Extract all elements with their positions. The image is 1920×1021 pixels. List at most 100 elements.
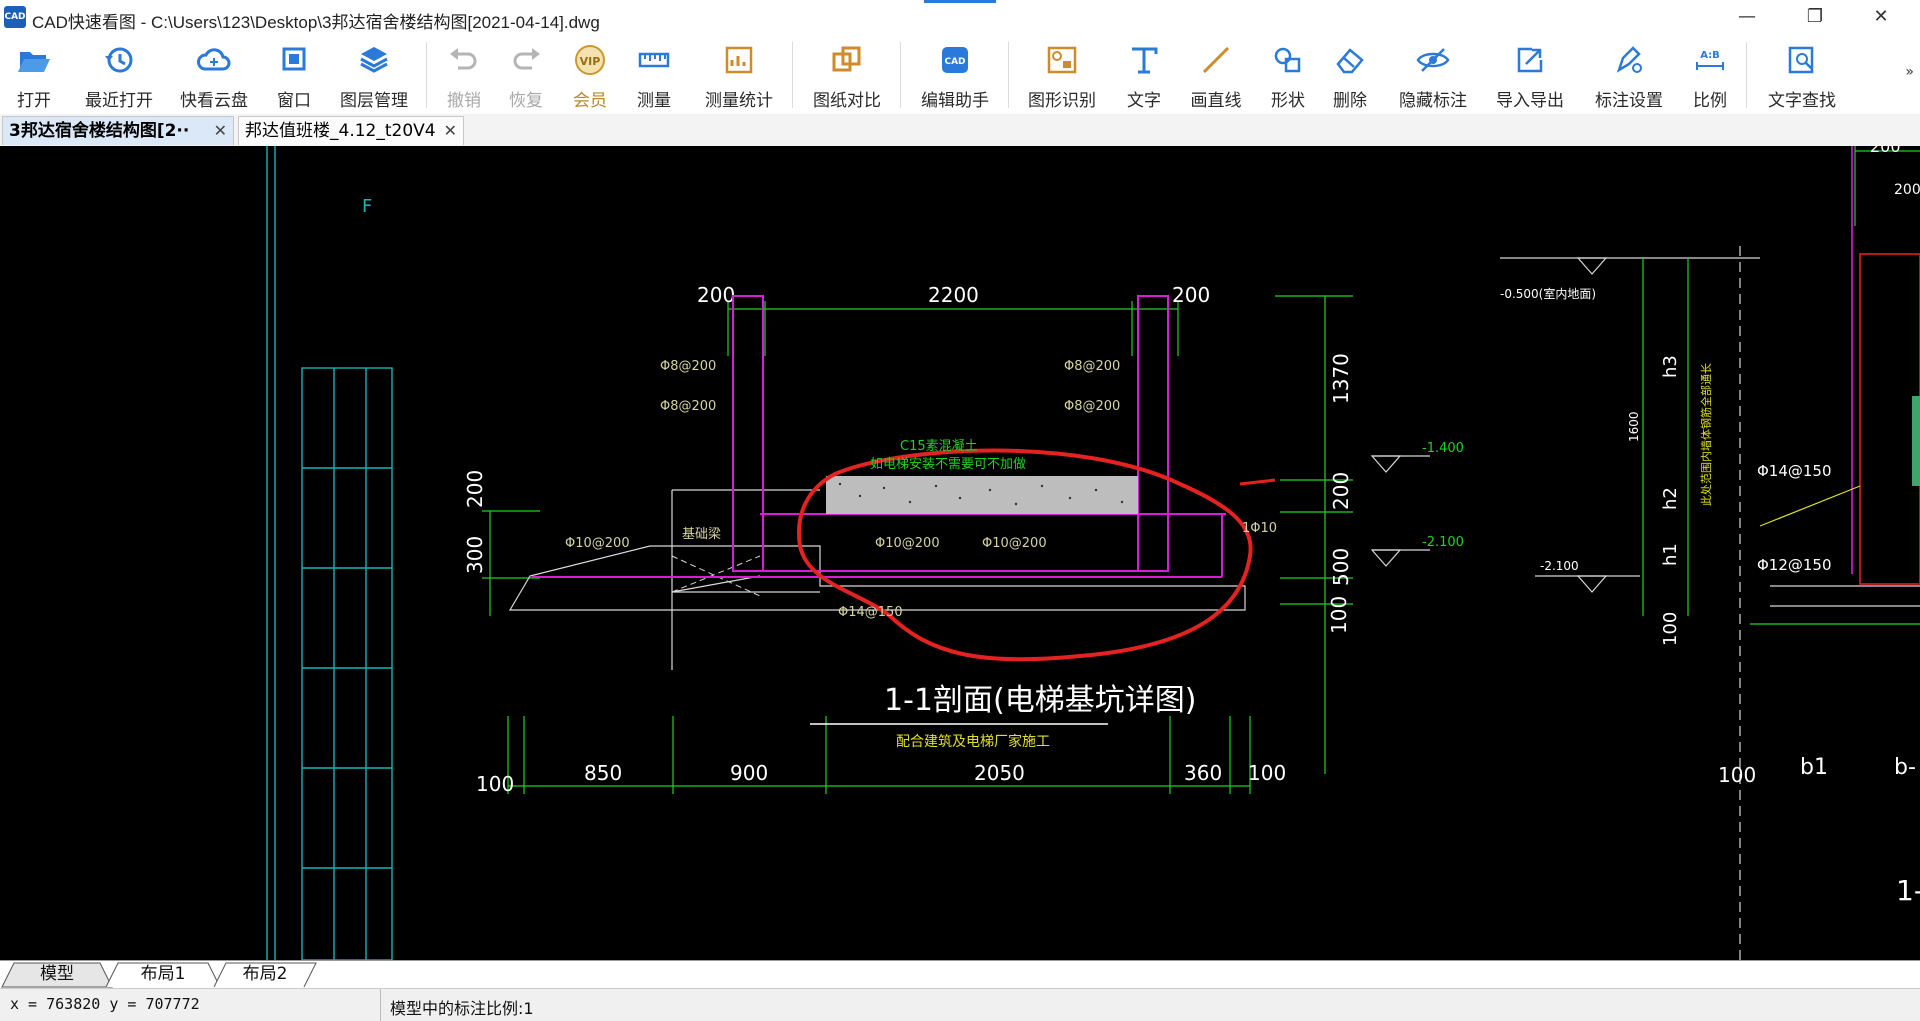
scale-button[interactable]: A:B 比例 <box>1682 40 1738 111</box>
cursor-coordinates: x = 763820 y = 707772 <box>10 995 200 1013</box>
gravel-band <box>826 476 1138 514</box>
edit-assistant-button[interactable]: CAD 编辑助手 <box>908 40 1002 111</box>
open-button[interactable]: 打开 <box>6 40 62 111</box>
text-search-button[interactable]: 文字查找 <box>1756 40 1848 111</box>
close-button[interactable]: ✕ <box>1852 0 1910 34</box>
right-rebar: Φ12@150 <box>1757 556 1832 574</box>
text-button[interactable]: 文字 <box>1116 40 1172 111</box>
dim-top: 200 <box>697 283 735 307</box>
vip-icon: VIP <box>575 45 605 75</box>
section-title: 1-1剖面(电梯基坑详图) <box>884 683 1196 718</box>
rebar-label: Φ8@200 <box>1064 399 1120 414</box>
dim-bottom: 360 <box>1184 761 1222 785</box>
rebar-label: Φ10@200 <box>565 536 630 551</box>
svg-text:A:B: A:B <box>1700 50 1720 61</box>
window-button[interactable]: 窗口 <box>266 40 322 111</box>
dim-left: 200 <box>463 470 487 508</box>
toolbar-separator <box>792 42 793 108</box>
undo-button[interactable]: 撤销 <box>436 40 492 111</box>
level-label: -2.100 <box>1422 535 1464 550</box>
dim-bottom: 100 <box>1248 761 1286 785</box>
dim-left: 300 <box>463 536 487 574</box>
dim-bottom: 900 <box>730 761 768 785</box>
dim-right: 100 <box>1327 596 1351 634</box>
rebar-label: Φ8@200 <box>660 359 716 374</box>
dim-left-texts: 200 300 <box>463 470 487 574</box>
right-h-label: h1 <box>1660 543 1681 566</box>
status-divider <box>380 989 381 1021</box>
close-tab-icon[interactable]: ✕ <box>444 117 457 145</box>
right-h-label: h3 <box>1660 355 1681 378</box>
layout-tab-1[interactable]: 布局1 <box>118 961 208 987</box>
side-scroll-indicator <box>1912 396 1920 486</box>
drawing-compare-button[interactable]: 图纸对比 <box>802 40 892 111</box>
right-dim-bottom: 100 <box>1718 763 1756 787</box>
layer-manager-button[interactable]: 图层管理 <box>330 40 418 111</box>
hide-annotation-button[interactable]: 隐藏标注 <box>1388 40 1478 111</box>
dim-bottom: 850 <box>584 761 622 785</box>
right-h-label: h2 <box>1660 487 1681 510</box>
more-tools-button[interactable]: » <box>1905 64 1914 80</box>
rebar-label: 1Φ10 <box>1242 521 1277 536</box>
dim-right: 1370 <box>1329 353 1353 404</box>
right-dim: 200 <box>1894 182 1920 198</box>
folder-open-icon <box>18 52 50 72</box>
restore-button[interactable]: ❐ <box>1786 0 1844 34</box>
right-note: 此处范围内墙体钢筋全部通长 <box>1699 363 1713 506</box>
drawing-canvas[interactable]: F 200 2200 200 100 850 900 2050 360 100 … <box>0 146 1920 960</box>
text-search-icon <box>1788 46 1814 74</box>
dim-top: 200 <box>1172 283 1210 307</box>
cloud-drive-button[interactable]: 快看云盘 <box>172 40 256 111</box>
import-export-button[interactable]: 导入导出 <box>1486 40 1574 111</box>
rebar-label: Φ10@200 <box>875 536 940 551</box>
toolbar-separator <box>900 42 901 108</box>
annotation-scale-text: 模型中的标注比例:1 <box>390 999 534 1018</box>
right-level-bottom: -2.100 <box>1540 559 1579 573</box>
rebar-label: Φ8@200 <box>660 399 716 414</box>
shapes-button[interactable]: 形状 <box>1260 40 1316 111</box>
layout-tab-bar: 模型 布局1 布局2 <box>0 960 1920 989</box>
tab-label: 邦达值班楼_4.12_t20V4 <box>245 121 436 141</box>
shape-recognize-icon <box>1047 46 1077 74</box>
tab-label: 3邦达宿舍楼结构图[2·· <box>9 121 190 141</box>
toolbar-separator <box>426 42 427 108</box>
edit-assistant-icon: CAD <box>942 47 968 73</box>
right-dim-bottom: b1 <box>1800 755 1828 780</box>
ruler-icon <box>638 52 670 68</box>
tab-document-2[interactable]: 邦达值班楼_4.12_t20V4 ✕ <box>238 116 464 145</box>
close-tab-icon[interactable]: ✕ <box>214 117 227 145</box>
cad-drawing[interactable]: F 200 2200 200 100 850 900 2050 360 100 … <box>0 146 1920 960</box>
undo-icon <box>450 48 477 70</box>
right-dim-bottom: b- <box>1894 755 1916 780</box>
delete-button[interactable]: 删除 <box>1322 40 1378 111</box>
vip-button[interactable]: VIP 会员 <box>562 40 618 111</box>
layout-tab-model[interactable]: 模型 <box>14 961 100 987</box>
layout-tab-2[interactable]: 布局2 <box>222 961 308 987</box>
svg-text:VIP: VIP <box>580 55 601 68</box>
dim-right-texts: 1370 200 500 100 <box>1327 353 1353 634</box>
redo-icon <box>513 48 540 70</box>
dim-top-texts: 200 2200 200 <box>697 283 1210 307</box>
eraser-icon <box>1336 48 1364 74</box>
redo-button[interactable]: 恢复 <box>498 40 554 111</box>
dim-bottom: 2050 <box>974 761 1025 785</box>
minimize-button[interactable]: — <box>1718 0 1776 34</box>
recent-open-button[interactable]: 最近打开 <box>74 40 164 111</box>
measure-button[interactable]: 测量 <box>626 40 682 111</box>
measure-stats-button[interactable]: 测量统计 <box>694 40 784 111</box>
eye-hide-icon <box>1416 48 1450 72</box>
status-bar: x = 763820 y = 707772 模型中的标注比例:1 <box>0 988 1920 1021</box>
draw-line-button[interactable]: 画直线 <box>1180 40 1252 111</box>
toolbar-separator <box>1746 42 1747 108</box>
tab-document-1[interactable]: 3邦达宿舍楼结构图[2·· ✕ <box>2 116 234 145</box>
title-bar: CAD CAD快速看图 - C:\Users\123\Desktop\3邦达宿舍… <box>0 0 1920 34</box>
compare-icon <box>832 46 861 72</box>
svg-text:CAD: CAD <box>944 57 965 67</box>
beam-note: 基础梁 <box>682 527 721 542</box>
document-tab-bar: 3邦达宿舍楼结构图[2·· ✕ 邦达值班楼_4.12_t20V4 ✕ <box>0 114 1920 147</box>
window-icon <box>282 47 306 71</box>
dim-right: 500 <box>1329 548 1353 586</box>
annotation-settings-button[interactable]: 标注设置 <box>1584 40 1674 111</box>
shape-recognize-button[interactable]: 图形识别 <box>1016 40 1108 111</box>
left-grid-lines <box>266 146 393 960</box>
